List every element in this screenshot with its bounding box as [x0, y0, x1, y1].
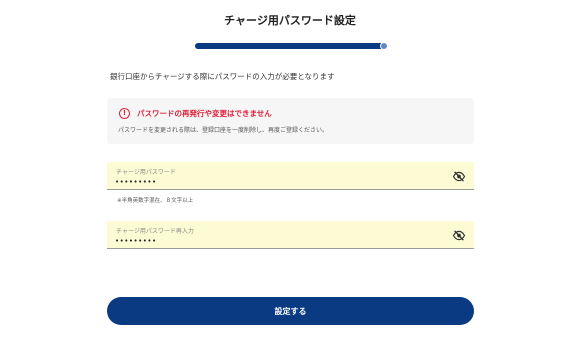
password-field-label: チャージ用パスワード: [116, 169, 176, 176]
password-input[interactable]: [115, 176, 415, 187]
confirm-password-field[interactable]: チャージ用パスワード再入力: [107, 221, 474, 249]
confirm-password-field-label: チャージ用パスワード再入力: [116, 228, 194, 235]
progress-bar-fill: [195, 42, 388, 50]
description-text: 銀行口座からチャージする際にパスワードの入力が必要となります: [110, 72, 335, 81]
notice-title: パスワードの再発行や変更はできません: [137, 109, 272, 118]
password-field[interactable]: チャージ用パスワード: [107, 162, 474, 190]
charge-password-setup-page: チャージ用パスワード設定 銀行口座からチャージする際にパスワードの入力が必要とな…: [0, 0, 580, 350]
progress-bar: [195, 42, 388, 50]
notice-body: パスワードを変更される際は、登録口座を一度削除し、再度ご登録ください。: [118, 127, 329, 134]
password-hint: ※半角英数字混在、８文字以上: [117, 198, 194, 204]
notice-box: ! パスワードの再発行や変更はできません パスワードを変更される際は、登録口座を…: [107, 98, 474, 144]
alert-circle-icon: !: [119, 108, 130, 119]
confirm-password-input[interactable]: [115, 235, 415, 246]
progress-bar-knob: [380, 42, 388, 50]
eye-off-icon[interactable]: [452, 230, 466, 241]
page-title: チャージ用パスワード設定: [224, 14, 356, 27]
eye-off-icon[interactable]: [452, 171, 466, 182]
submit-button[interactable]: 設定する: [107, 297, 474, 325]
